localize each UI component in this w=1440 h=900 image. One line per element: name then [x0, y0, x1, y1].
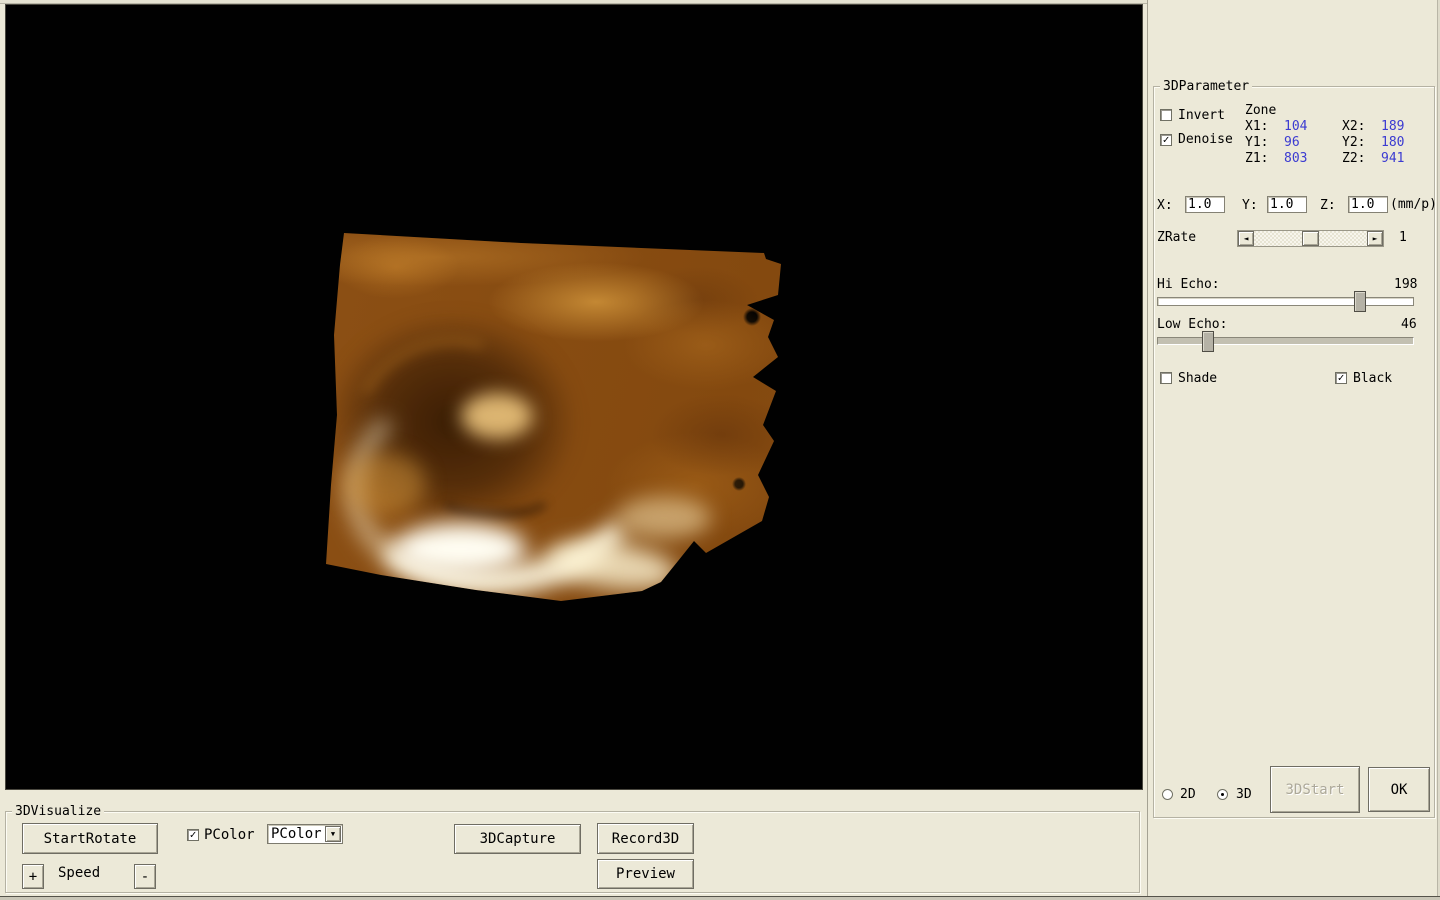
pcolor-checkbox[interactable]: ✓ — [187, 829, 199, 841]
scale-unit-label: (mm/p) — [1390, 197, 1437, 212]
zone-z2-label: Z2: — [1342, 151, 1366, 166]
hi-echo-value: 198 — [1394, 277, 1418, 292]
zone-y1-value: 96 — [1284, 135, 1300, 150]
hi-echo-slider-track[interactable] — [1157, 297, 1414, 306]
parameter-panel: 3DParameter Invert ✓ Denoise Zone X1: 10… — [1147, 0, 1437, 896]
zone-x2-value: 189 — [1381, 119, 1405, 134]
zrate-value: 1 — [1399, 230, 1407, 245]
check-icon: ✓ — [1162, 133, 1170, 146]
ultrasound-volume-render[interactable] — [326, 233, 781, 601]
3dstart-button[interactable]: 3DStart — [1270, 766, 1360, 813]
denoise-label: Denoise — [1178, 132, 1233, 147]
preview-button[interactable]: Preview — [597, 859, 694, 889]
3dcapture-button[interactable]: 3DCapture — [454, 824, 581, 854]
shade-checkbox[interactable] — [1160, 372, 1172, 384]
visualize-groupbox: 3DVisualize StartRotate ✓ PColor PColor … — [5, 804, 1140, 893]
scale-x-label: X: — [1157, 198, 1173, 213]
zrate-label: ZRate — [1157, 230, 1197, 245]
pcolor-dropdown[interactable]: PColor ▼ — [267, 824, 343, 844]
mode-2d-label: 2D — [1180, 787, 1196, 802]
mode-2d-radio[interactable] — [1162, 789, 1173, 800]
mode-3d-radio[interactable] — [1217, 789, 1228, 800]
zone-x1-value: 104 — [1284, 119, 1308, 134]
hi-echo-label: Hi Echo: — [1157, 277, 1220, 292]
black-checkbox[interactable]: ✓ — [1335, 372, 1347, 384]
check-icon: ✓ — [189, 828, 197, 841]
window-frame-bottom — [0, 896, 1440, 900]
zrate-scroll-thumb[interactable] — [1302, 231, 1319, 246]
black-label: Black — [1353, 371, 1393, 386]
speed-label: Speed — [58, 865, 101, 881]
zrate-scroll-left-icon[interactable]: ◄ — [1238, 231, 1254, 246]
zone-z2-value: 941 — [1381, 151, 1405, 166]
zone-y1-label: Y1: — [1245, 135, 1269, 150]
volume-bright-core — [394, 523, 526, 575]
zrate-scroll-right-icon[interactable]: ► — [1367, 231, 1383, 246]
low-echo-slider-track[interactable] — [1157, 337, 1414, 345]
shade-label: Shade — [1178, 371, 1218, 386]
zone-x2-label: X2: — [1342, 119, 1366, 134]
visualize-group-title: 3DVisualize — [12, 804, 105, 819]
ok-button[interactable]: OK — [1368, 767, 1430, 812]
hi-echo-slider-thumb[interactable] — [1354, 291, 1366, 312]
invert-label: Invert — [1178, 108, 1225, 123]
scale-y-label: Y: — [1242, 198, 1258, 213]
speed-plus-button[interactable]: + — [22, 864, 44, 889]
zone-y2-value: 180 — [1381, 135, 1405, 150]
parameter-groupbox: 3DParameter Invert ✓ Denoise Zone X1: 10… — [1153, 79, 1437, 818]
scale-x-input[interactable] — [1185, 196, 1225, 213]
zrate-scrollbar[interactable]: ◄ ► — [1237, 230, 1384, 247]
zone-x1-label: X1: — [1245, 119, 1269, 134]
start-rotate-button[interactable]: StartRotate — [22, 823, 158, 854]
radio-dot — [1221, 793, 1224, 796]
volume-bright-upper — [616, 497, 711, 539]
mode-3d-label: 3D — [1236, 787, 1252, 802]
denoise-checkbox[interactable]: ✓ — [1160, 134, 1172, 146]
parameter-group-title: 3DParameter — [1160, 79, 1253, 94]
volume-bright-east — [543, 534, 681, 597]
pcolor-label: PColor — [204, 827, 255, 843]
record3d-button[interactable]: Record3D — [597, 823, 694, 854]
chevron-down-icon[interactable]: ▼ — [325, 826, 341, 842]
speed-minus-button[interactable]: - — [134, 864, 156, 889]
volume-light-patch — [344, 453, 426, 515]
scale-z-label: Z: — [1320, 198, 1336, 213]
zone-label: Zone — [1245, 103, 1277, 118]
render-viewport[interactable] — [5, 4, 1143, 790]
low-echo-label: Low Echo: — [1157, 317, 1228, 332]
low-echo-value: 46 — [1401, 317, 1417, 332]
zone-z1-label: Z1: — [1245, 151, 1269, 166]
zone-z1-value: 803 — [1284, 151, 1308, 166]
scale-z-input[interactable] — [1348, 196, 1388, 213]
low-echo-slider-thumb[interactable] — [1202, 331, 1214, 352]
scale-y-input[interactable] — [1267, 196, 1307, 213]
check-icon: ✓ — [1337, 371, 1345, 384]
pcolor-dropdown-value: PColor — [271, 826, 322, 842]
zone-y2-label: Y2: — [1342, 135, 1366, 150]
invert-checkbox[interactable] — [1160, 109, 1172, 121]
